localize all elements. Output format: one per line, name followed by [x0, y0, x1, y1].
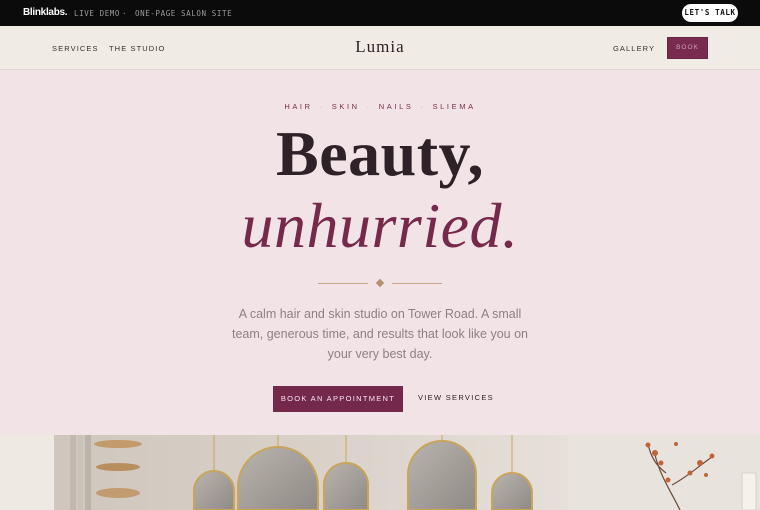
eyebrow-separator: ·	[366, 102, 372, 111]
lets-talk-button[interactable]: LET'S TALK	[682, 4, 738, 22]
hero-title-line2: unhurried.	[241, 190, 519, 261]
eyebrow-separator: ·	[319, 102, 325, 111]
eyebrow-separator: ·	[420, 102, 426, 111]
book-appointment-button[interactable]: BOOK AN APPOINTMENT	[273, 386, 403, 412]
blinklabs-logo[interactable]: Blinklabs.	[23, 7, 68, 18]
nav-link-gallery[interactable]: GALLERY	[613, 44, 655, 53]
hero-lede: A calm hair and skin studio on Tower Roa…	[232, 307, 528, 361]
salon-interior-photo	[0, 435, 760, 510]
nav-book-button[interactable]: BOOK	[667, 37, 708, 59]
promo-separator: ·	[122, 9, 128, 18]
hero-eyebrow: HAIR · SKIN · NAILS · SLIEMA	[0, 102, 760, 111]
hero-title-line1: Beauty,	[276, 118, 484, 189]
eyebrow-item: SLIEMA	[432, 102, 476, 111]
promo-bar: Blinklabs. LIVE DEMO · ONE-PAGE SALON SI…	[0, 0, 760, 26]
ornament-divider-right	[392, 283, 442, 284]
view-services-link[interactable]: VIEW SERVICES	[418, 393, 494, 402]
eyebrow-item: NAILS	[378, 102, 414, 111]
salon-interior-illustration	[0, 435, 760, 510]
promo-tag-live-demo: LIVE DEMO	[74, 9, 121, 18]
site-nav: SERVICES THE STUDIO Lumia GALLERY BOOK	[0, 26, 760, 70]
eyebrow-item: HAIR	[284, 102, 313, 111]
diamond-ornament-icon	[375, 278, 385, 288]
hero-section: HAIR · SKIN · NAILS · SLIEMA Beauty, unhurried…	[0, 70, 760, 435]
eyebrow-item: SKIN	[331, 102, 360, 111]
promo-tag-site-type: ONE-PAGE SALON SITE	[135, 9, 233, 18]
ornament-divider-left	[318, 283, 368, 284]
